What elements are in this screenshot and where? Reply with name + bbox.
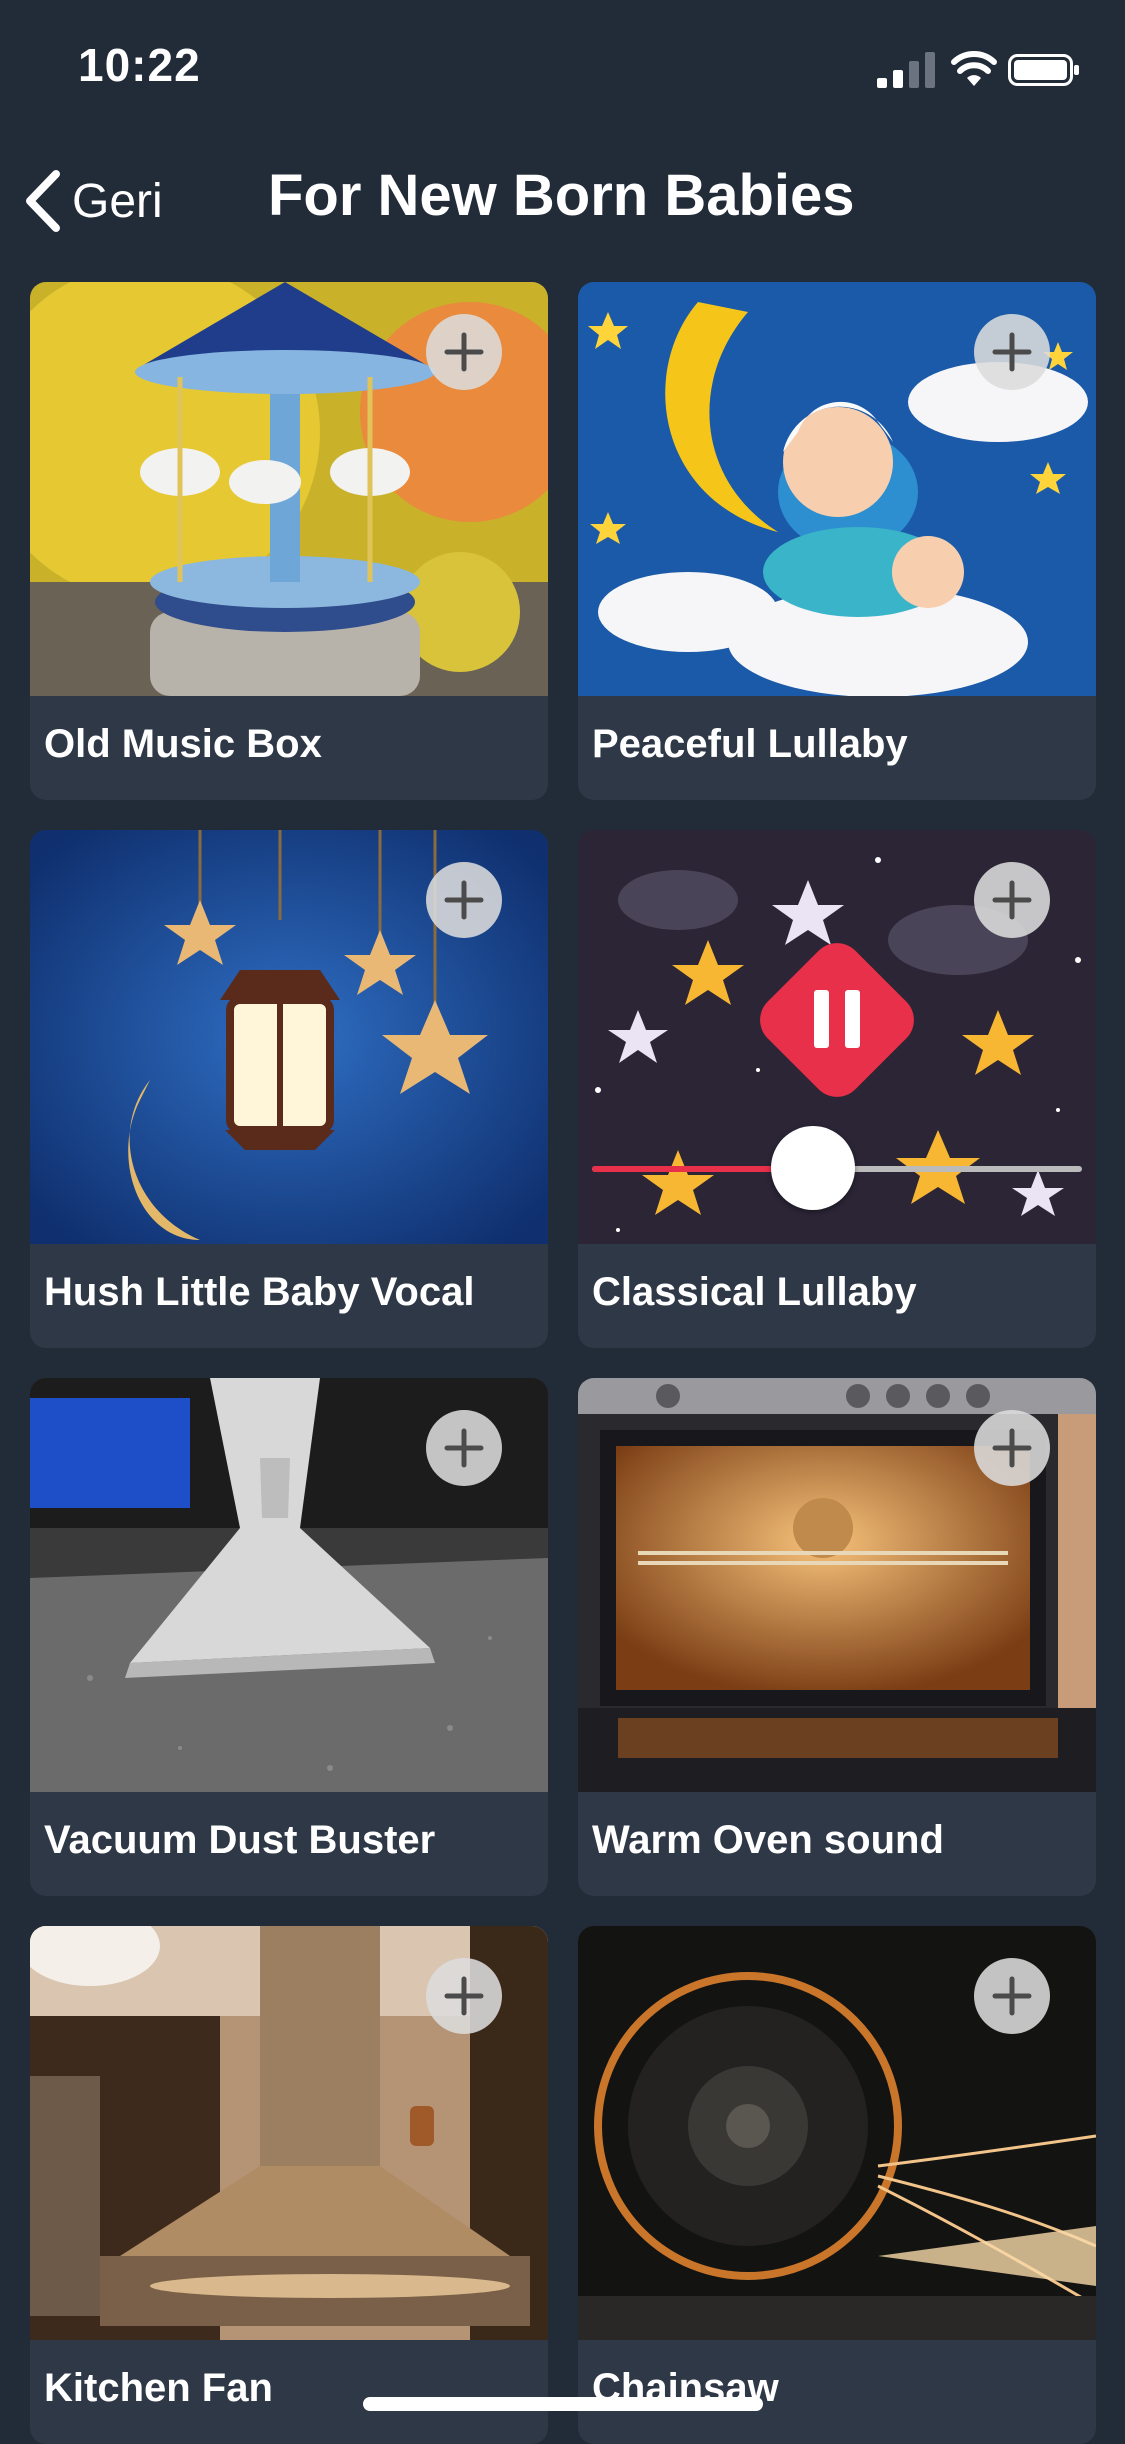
sound-title: Peaceful Lullaby (592, 722, 908, 766)
add-to-mix-button[interactable] (974, 862, 1050, 938)
battery-icon (1008, 54, 1079, 86)
playback-slider-thumb[interactable] (770, 1126, 855, 1210)
add-to-mix-button[interactable] (426, 1958, 502, 2034)
add-to-mix-button[interactable] (426, 314, 502, 390)
sound-card-hush-little-baby-vocal[interactable]: Hush Little Baby Vocal (30, 830, 548, 1348)
plus-icon (992, 1976, 1032, 2016)
sound-card-vacuum-dust-buster[interactable]: Vacuum Dust Buster (30, 1378, 548, 1896)
home-indicator[interactable] (363, 2397, 763, 2411)
navigation-bar: Geri For New Born Babies (0, 150, 1125, 250)
sound-card-warm-oven-sound[interactable]: Warm Oven sound (578, 1378, 1096, 1896)
back-label: Geri (72, 174, 163, 228)
cellular-signal-icon (877, 52, 935, 88)
add-to-mix-button[interactable] (974, 1958, 1050, 2034)
status-time: 10:22 (78, 39, 201, 91)
sound-title: Hush Little Baby Vocal (44, 1270, 475, 1314)
plus-icon (992, 1428, 1032, 1468)
status-bar: 10:22 (0, 0, 1125, 140)
playback-slider[interactable] (592, 1126, 1082, 1210)
page-title: For New Born Babies (268, 163, 855, 228)
chevron-left-icon (26, 170, 60, 232)
add-to-mix-button[interactable] (426, 862, 502, 938)
add-to-mix-button[interactable] (974, 1410, 1050, 1486)
sound-card-kitchen-fan[interactable]: Kitchen Fan (30, 1926, 548, 2444)
plus-icon (444, 332, 484, 372)
sound-card-old-music-box[interactable]: Old Music Box (30, 282, 548, 800)
wifi-icon (951, 51, 997, 86)
add-to-mix-button[interactable] (426, 1410, 502, 1486)
plus-icon (444, 880, 484, 920)
sound-card-peaceful-lullaby[interactable]: Peaceful Lullaby (578, 282, 1096, 800)
sound-title: Warm Oven sound (592, 1818, 944, 1862)
pause-icon (804, 990, 870, 1050)
sound-title: Vacuum Dust Buster (44, 1818, 436, 1862)
sound-card-classical-lullaby[interactable]: Classical Lullaby (578, 830, 1096, 1348)
sound-title: Kitchen Fan (44, 2366, 273, 2410)
add-to-mix-button[interactable] (974, 314, 1050, 390)
sound-card-chainsaw[interactable]: Chainsaw (578, 1926, 1096, 2444)
sound-title: Classical Lullaby (592, 1270, 917, 1314)
plus-icon (992, 880, 1032, 920)
sound-title: Old Music Box (44, 722, 322, 766)
plus-icon (444, 1976, 484, 2016)
back-button[interactable]: Geri (22, 164, 163, 238)
plus-icon (444, 1428, 484, 1468)
plus-icon (992, 332, 1032, 372)
